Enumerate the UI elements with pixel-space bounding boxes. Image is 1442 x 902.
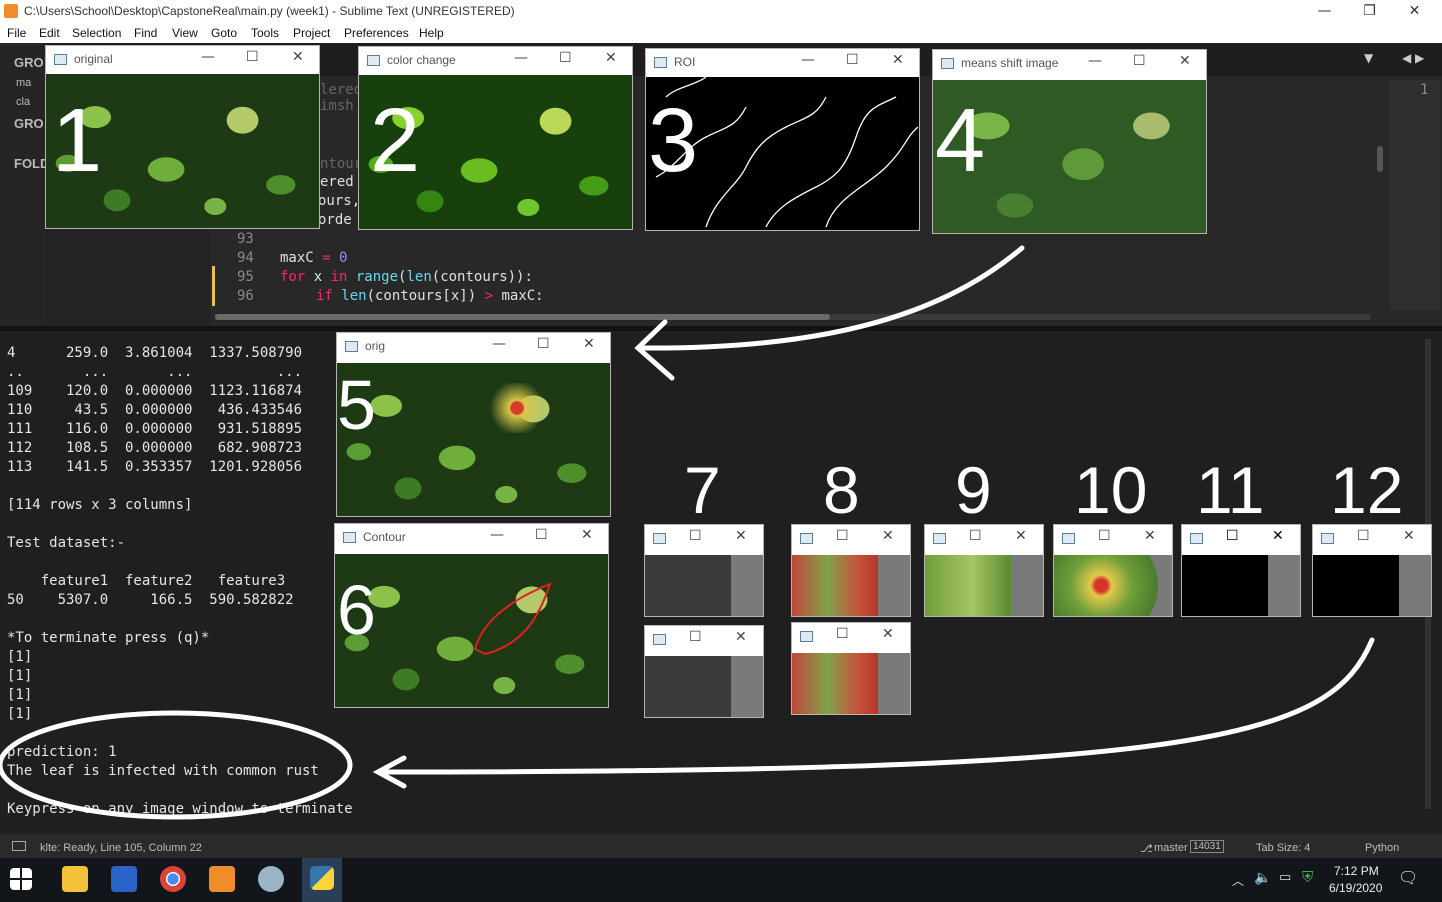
annotation-overlay bbox=[0, 245, 1375, 820]
desktop: C:\Users\School\Desktop\CapstoneReal\mai… bbox=[0, 0, 1442, 902]
prediction-circle bbox=[0, 710, 353, 820]
arrow-to-prediction bbox=[377, 637, 1375, 775]
arrow-to-orig bbox=[637, 245, 1025, 351]
